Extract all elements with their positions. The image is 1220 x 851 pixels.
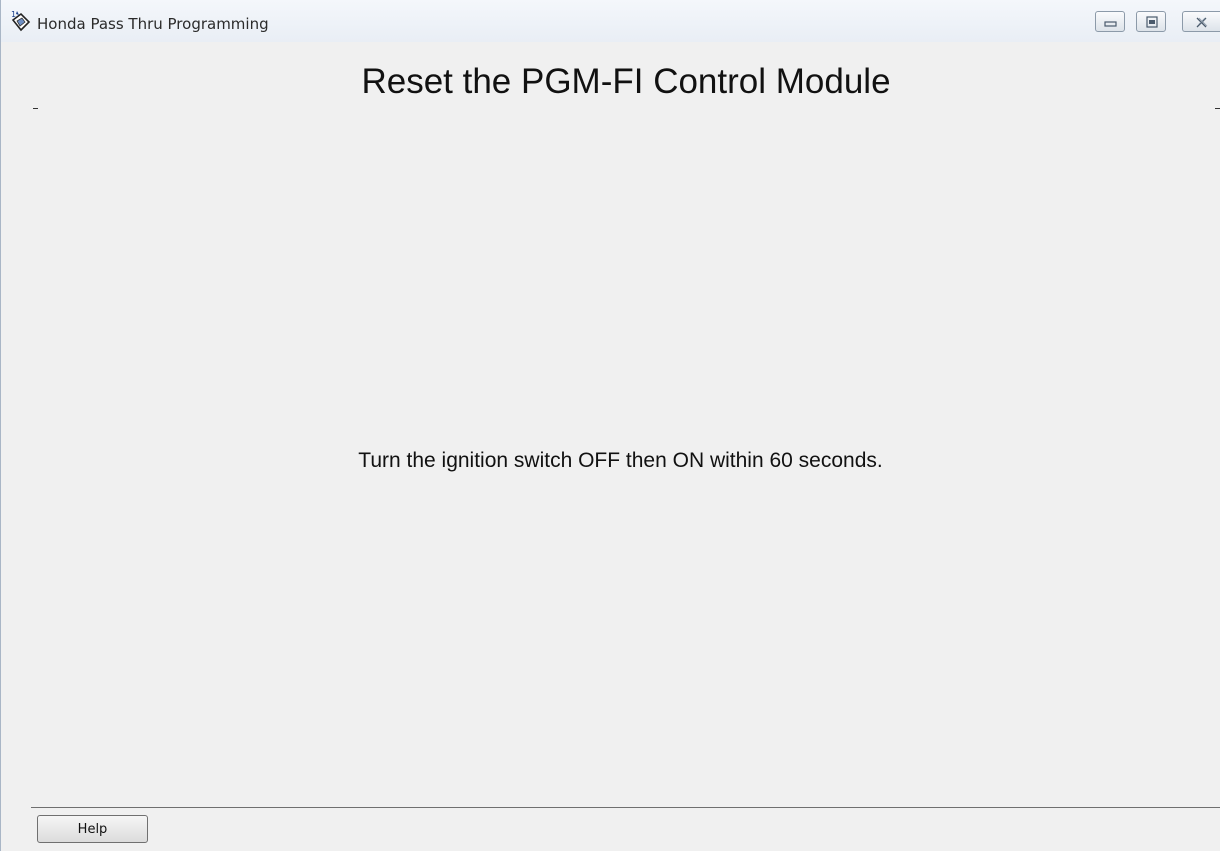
close-button[interactable] <box>1182 11 1220 32</box>
instruction-text: Turn the ignition switch OFF then ON wit… <box>358 449 883 472</box>
honda-app-icon[interactable]: 1 <box>9 9 33 33</box>
close-icon <box>1196 17 1208 28</box>
minimize-button[interactable] <box>1095 11 1125 32</box>
window-title: Honda Pass Thru Programming <box>37 15 269 33</box>
svg-text:1: 1 <box>11 10 16 19</box>
footer-divider <box>31 807 1220 808</box>
title-bar[interactable]: 1 Honda Pass Thru Programming <box>1 0 1220 42</box>
page-title: Reset the PGM-FI Control Module <box>361 62 891 101</box>
maximize-button[interactable] <box>1136 11 1166 32</box>
minimize-icon <box>1104 21 1117 27</box>
app-window: 1 Honda Pass Thru Programming Reset the … <box>0 0 1220 851</box>
right-marker <box>1215 108 1220 109</box>
left-marker <box>33 108 38 109</box>
maximize-icon <box>1146 16 1158 28</box>
help-button[interactable]: Help <box>37 815 148 843</box>
